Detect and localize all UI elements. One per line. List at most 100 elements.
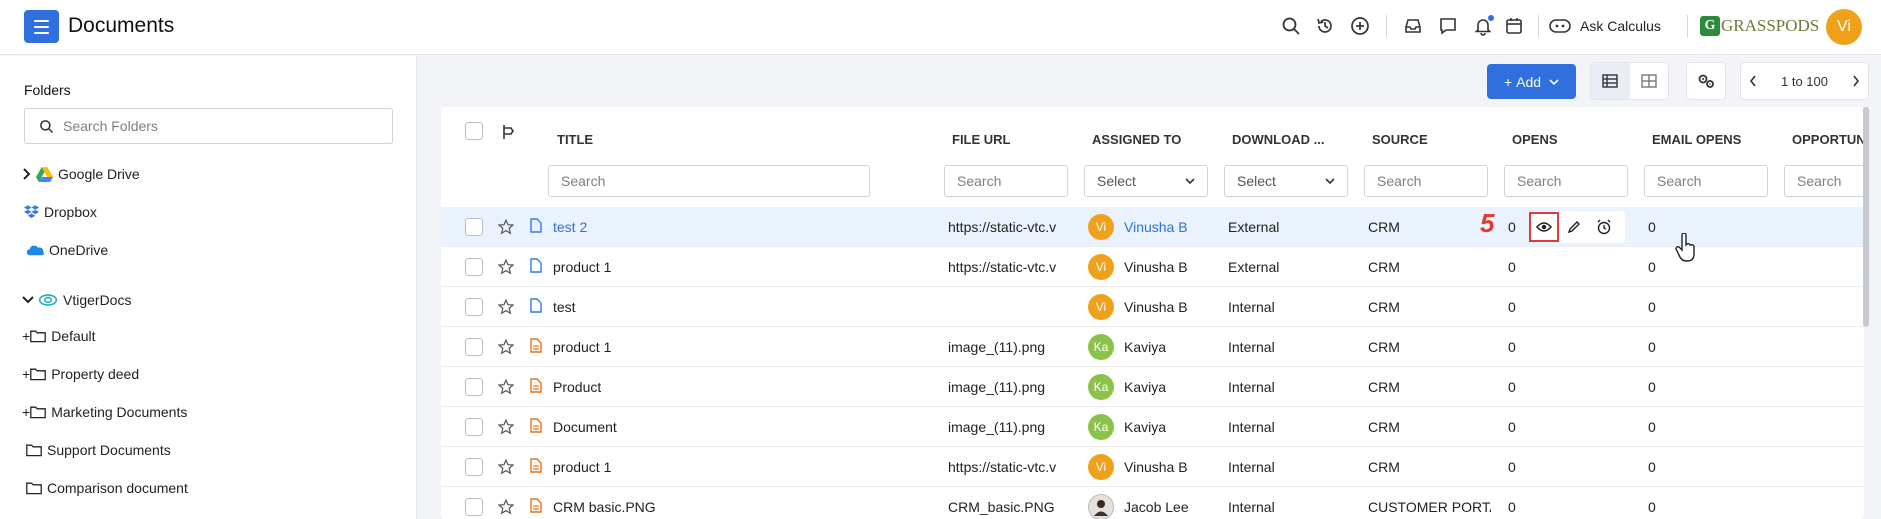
- star-icon[interactable]: [498, 339, 514, 355]
- column-download[interactable]: DOWNLOAD ...: [1232, 132, 1324, 147]
- assigned-to-select[interactable]: Select: [1084, 165, 1208, 197]
- column-opportunities[interactable]: OPPORTUN: [1792, 132, 1864, 147]
- list-view-button[interactable]: [1591, 63, 1630, 99]
- list-settings-button[interactable]: [1686, 62, 1726, 100]
- star-icon[interactable]: [498, 259, 514, 275]
- calendar-icon[interactable]: [1502, 14, 1526, 38]
- column-assigned-to[interactable]: ASSIGNED TO: [1092, 132, 1181, 147]
- email-opens-filter[interactable]: [1644, 165, 1768, 197]
- assignee-name[interactable]: Vinusha B: [1124, 299, 1188, 315]
- star-icon[interactable]: [498, 499, 514, 515]
- table-row[interactable]: CRM basic.PNG CRM_basic.PNG Jacob Lee In…: [441, 487, 1864, 519]
- row-checkbox[interactable]: [465, 378, 483, 396]
- row-title[interactable]: Product: [553, 367, 601, 407]
- assignee-name[interactable]: Kaviya: [1124, 379, 1166, 395]
- sidebar-item-marketing-documents[interactable]: + Marketing Documents: [22, 400, 187, 424]
- expand-plus-icon[interactable]: +: [22, 404, 30, 420]
- add-button[interactable]: + Add: [1487, 64, 1576, 99]
- grid-view-button[interactable]: [1630, 63, 1669, 99]
- row-title[interactable]: test 2: [553, 207, 587, 247]
- row-title[interactable]: product 1: [553, 327, 611, 367]
- assignee-name[interactable]: Vinusha B: [1124, 219, 1188, 235]
- folder-search-input[interactable]: [63, 118, 363, 134]
- chevron-right-icon[interactable]: [22, 168, 32, 180]
- table-row[interactable]: test Vi Vinusha B Internal CRM 0 0: [441, 287, 1864, 327]
- row-checkbox[interactable]: [465, 458, 483, 476]
- row-title[interactable]: test: [553, 287, 576, 327]
- email-opens-filter-input[interactable]: [1657, 173, 1756, 189]
- chevron-left-icon[interactable]: [1749, 75, 1757, 87]
- ask-calculus-button[interactable]: Ask Calculus: [1549, 14, 1661, 38]
- expand-plus-icon[interactable]: +: [22, 328, 30, 344]
- source-filter[interactable]: [1364, 165, 1488, 197]
- preview-button[interactable]: [1529, 212, 1559, 242]
- table-row[interactable]: product 1 image_(11).png Ka Kaviya Intern…: [441, 327, 1864, 367]
- title-filter-input[interactable]: [561, 173, 839, 189]
- row-title[interactable]: Document: [553, 407, 617, 447]
- table-row[interactable]: product 1 https://static-vtc.v Vi Vinusha…: [441, 247, 1864, 287]
- select-all-checkbox[interactable]: [465, 122, 483, 140]
- inbox-icon[interactable]: [1401, 14, 1425, 38]
- row-title[interactable]: product 1: [553, 447, 611, 487]
- title-filter[interactable]: [548, 165, 870, 197]
- opportunities-filter-input[interactable]: [1797, 173, 1864, 189]
- sidebar-item-support-documents[interactable]: Support Documents: [26, 438, 171, 462]
- chat-icon[interactable]: [1436, 14, 1460, 38]
- sidebar-item-onedrive[interactable]: OneDrive: [26, 238, 108, 262]
- notification-bell-icon[interactable]: [1471, 14, 1495, 38]
- column-opens[interactable]: OPENS: [1512, 132, 1558, 147]
- row-title[interactable]: product 1: [553, 247, 611, 287]
- chevron-down-icon[interactable]: [22, 295, 34, 305]
- assignee-name[interactable]: Kaviya: [1124, 419, 1166, 435]
- row-checkbox[interactable]: [465, 218, 483, 236]
- star-icon[interactable]: [498, 459, 514, 475]
- star-icon[interactable]: [498, 419, 514, 435]
- column-settings-icon[interactable]: [502, 124, 516, 140]
- sidebar-item-default[interactable]: + Default: [22, 324, 96, 348]
- user-avatar[interactable]: Vi: [1826, 9, 1862, 45]
- file-url-filter-input[interactable]: [957, 173, 1056, 189]
- table-row[interactable]: product 1 https://static-vtc.v Vi Vinusha…: [441, 447, 1864, 487]
- sidebar-item-dropbox[interactable]: Dropbox: [24, 200, 97, 224]
- row-checkbox[interactable]: [465, 418, 483, 436]
- star-icon[interactable]: [498, 219, 514, 235]
- assignee-name[interactable]: Vinusha B: [1124, 259, 1188, 275]
- folder-search-box[interactable]: [24, 108, 393, 144]
- download-select[interactable]: Select: [1224, 165, 1348, 197]
- row-checkbox[interactable]: [465, 338, 483, 356]
- sidebar-item-comparison-document[interactable]: Comparison document: [26, 476, 188, 500]
- row-checkbox[interactable]: [465, 298, 483, 316]
- history-icon[interactable]: [1313, 14, 1337, 38]
- table-row[interactable]: Product image_(11).png Ka Kaviya Internal…: [441, 367, 1864, 407]
- search-icon[interactable]: [1279, 14, 1303, 38]
- opportunities-filter[interactable]: [1784, 165, 1864, 197]
- hamburger-menu-button[interactable]: [24, 10, 59, 43]
- column-source[interactable]: SOURCE: [1372, 132, 1428, 147]
- sidebar-item-property-deed[interactable]: + Property deed: [22, 362, 139, 386]
- row-checkbox[interactable]: [465, 258, 483, 276]
- expand-plus-icon[interactable]: +: [22, 366, 30, 382]
- sidebar-item-vtigerdocs[interactable]: VtigerDocs: [22, 288, 131, 312]
- row-title[interactable]: CRM basic.PNG: [553, 487, 656, 519]
- source-filter-input[interactable]: [1377, 173, 1476, 189]
- edit-button[interactable]: [1559, 212, 1589, 242]
- opens-filter-input[interactable]: [1517, 173, 1616, 189]
- table-row[interactable]: Document image_(11).png Ka Kaviya Interna…: [441, 407, 1864, 447]
- assignee-name[interactable]: Jacob Lee: [1124, 499, 1189, 515]
- grasspods-logo[interactable]: G GRASSPODS: [1700, 15, 1819, 37]
- star-icon[interactable]: [498, 299, 514, 315]
- star-icon[interactable]: [498, 379, 514, 395]
- assignee-name[interactable]: Kaviya: [1124, 339, 1166, 355]
- column-email-opens[interactable]: EMAIL OPENS: [1652, 132, 1741, 147]
- reminder-button[interactable]: [1589, 212, 1619, 242]
- table-row[interactable]: test 2 https://static-vtc.v Vi Vinusha B …: [441, 207, 1864, 247]
- column-file-url[interactable]: FILE URL: [952, 132, 1011, 147]
- assignee-name[interactable]: Vinusha B: [1124, 459, 1188, 475]
- add-circle-icon[interactable]: [1348, 14, 1372, 38]
- table-scrollbar[interactable]: [1863, 107, 1869, 327]
- chevron-right-icon[interactable]: [1852, 75, 1860, 87]
- opens-filter[interactable]: [1504, 165, 1628, 197]
- column-title[interactable]: TITLE: [557, 132, 593, 147]
- sidebar-item-google-drive[interactable]: Google Drive: [22, 162, 140, 186]
- file-url-filter[interactable]: [944, 165, 1068, 197]
